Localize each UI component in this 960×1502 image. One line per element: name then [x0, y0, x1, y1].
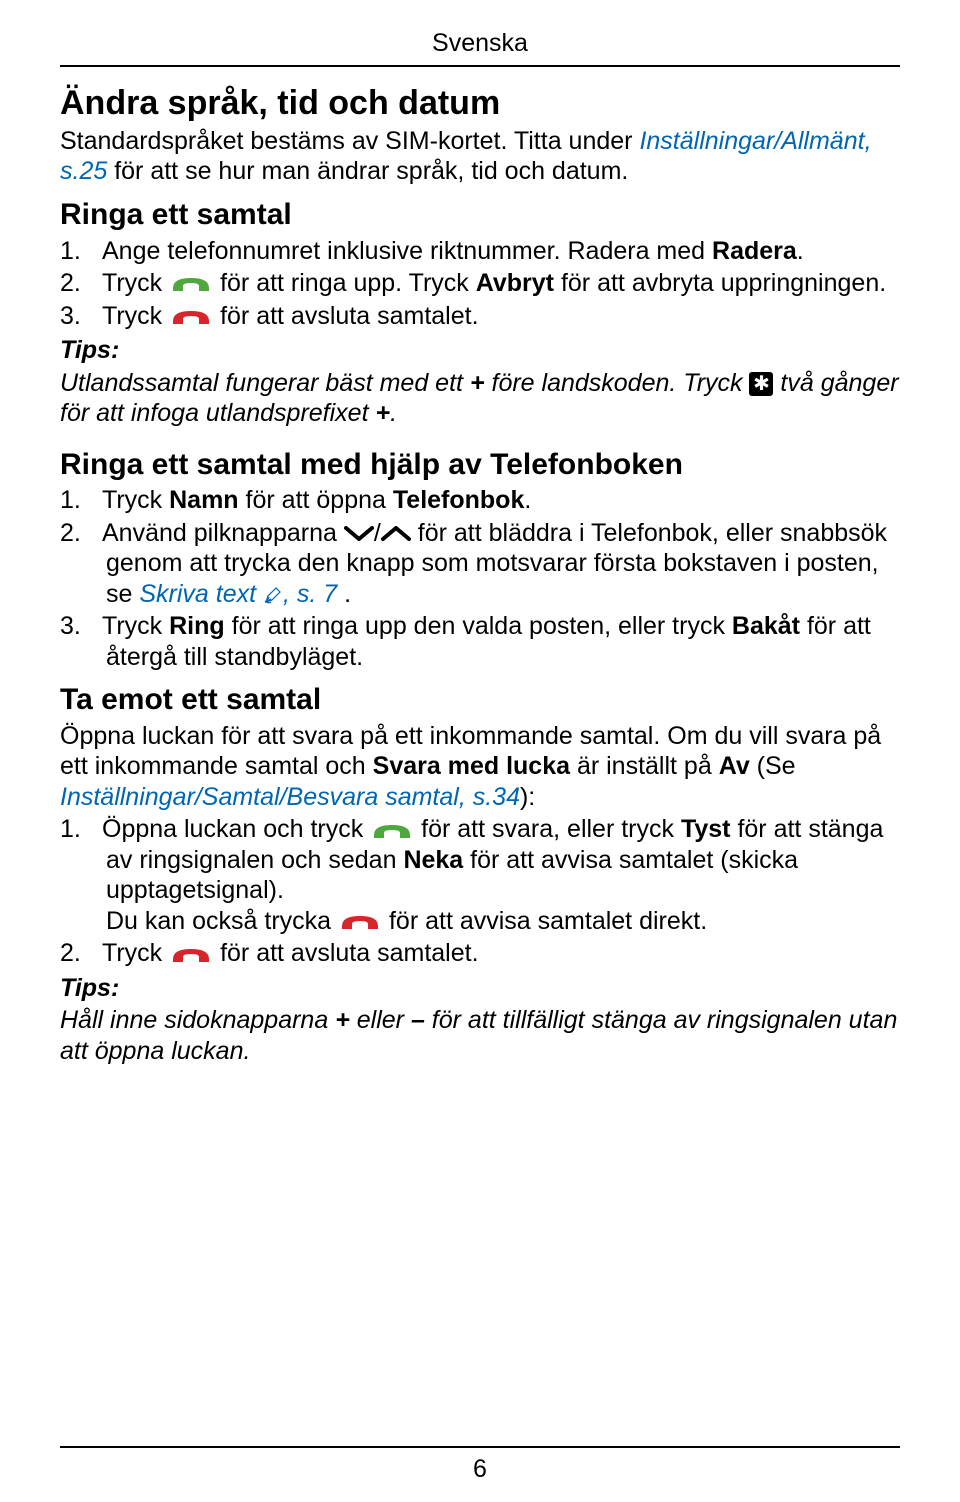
pencil-icon: [263, 585, 283, 605]
link-settings2: Inställningar: [60, 783, 195, 811]
heading-receive-call: Ta emot ett samtal: [60, 682, 900, 719]
chevron-down-icon: [344, 526, 374, 542]
steps-phonebook: 1.Tryck Namn för att öppna Telefonbok. 2…: [60, 485, 900, 672]
page-header: Svenska: [60, 28, 900, 59]
list-item: 2.Tryck för att avsluta samtalet.: [60, 938, 900, 969]
steps-receive: 1.Öppna luckan och tryck för att svara, …: [60, 814, 900, 969]
hangup-icon: [169, 307, 213, 327]
page-number: 6: [0, 1454, 960, 1485]
divider-top: [60, 65, 900, 67]
list-item: 1.Tryck Namn för att öppna Telefonbok.: [60, 485, 900, 516]
link-answer-call: Besvara samtal, s.34: [287, 783, 520, 811]
link-call: Samtal: [202, 783, 280, 811]
call-icon: [169, 274, 213, 294]
paragraph-lang-info: Standardspråket bestäms av SIM-kortet. T…: [60, 126, 900, 187]
list-item: 1.Ange telefonnumret inklusive riktnumme…: [60, 236, 900, 267]
link-settings: Inställningar: [639, 127, 774, 155]
list-item: 3.Tryck för att avsluta samtalet.: [60, 301, 900, 332]
hangup-icon: [338, 912, 382, 932]
list-item: 1.Öppna luckan och tryck för att svara, …: [60, 814, 900, 936]
list-item: 2.Använd pilknapparna / för att bläddra …: [60, 518, 900, 610]
heading-make-call: Ringa ett samtal: [60, 197, 900, 234]
link-write-text: Skriva text , s. 7: [139, 580, 337, 608]
divider-bottom: [60, 1446, 900, 1448]
tips-body: Håll inne sidoknapparna + eller – för at…: [60, 1005, 900, 1066]
call-icon: [370, 821, 414, 841]
heading-call-phonebook: Ringa ett samtal med hjälp av Telefonbok…: [60, 447, 900, 484]
tips-body: Utlandssamtal fungerar bäst med ett + fö…: [60, 368, 900, 429]
chevron-up-icon: [381, 526, 411, 542]
list-item: 3.Tryck Ring för att ringa upp den valda…: [60, 611, 900, 672]
star-key-icon: ✱: [749, 372, 773, 396]
steps-make-call: 1.Ange telefonnumret inklusive riktnumme…: [60, 236, 900, 332]
tips-label: Tips:: [60, 973, 900, 1004]
heading-change-language: Ändra språk, tid och datum: [60, 83, 900, 124]
hangup-icon: [169, 945, 213, 965]
tips-label: Tips:: [60, 335, 900, 366]
list-item: 2.Tryck för att ringa upp. Tryck Avbryt …: [60, 268, 900, 299]
paragraph-receive-info: Öppna luckan för att svara på ett inkomm…: [60, 721, 900, 813]
